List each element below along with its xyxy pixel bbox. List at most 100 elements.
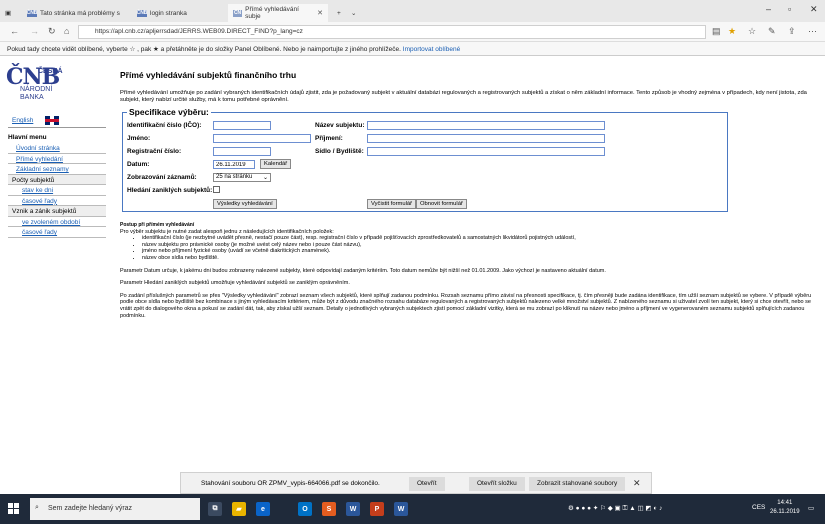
cnb-favicon-icon: ČNB — [26, 9, 38, 17]
close-icon[interactable]: ✕ — [633, 478, 641, 489]
help-results-paragraph: Po zadání příslušných parametrů se přes … — [120, 292, 812, 319]
last-name-input[interactable] — [367, 134, 605, 143]
share-icon[interactable]: ⇪ — [788, 26, 796, 37]
tab-list-chevron-icon[interactable]: ⌄ — [346, 4, 361, 22]
seat-input[interactable] — [367, 147, 605, 156]
calendar-button[interactable]: Kalendář — [260, 159, 292, 169]
sidebar-item-time-series-2[interactable]: časové řady — [8, 227, 106, 238]
help-list: identifikační číslo (je nezbytné uvádět … — [120, 235, 820, 261]
name-input[interactable] — [367, 121, 605, 130]
list-item: název subjektu pro právnické osoby (je m… — [142, 242, 820, 249]
uk-flag-icon[interactable] — [45, 116, 60, 125]
english-link[interactable]: English — [12, 117, 33, 124]
closed-subjects-checkbox[interactable] — [213, 186, 220, 193]
cnb-favicon-icon: ČNB — [136, 9, 148, 17]
help-title: Postup při přímém vyhledávání — [120, 222, 195, 228]
sidebar-section-creation: Vznik a zánik subjektů — [8, 206, 106, 217]
web-page: ČNB ČESKÁ NÁRODNÍ BANKA English Hlavní m… — [0, 56, 825, 464]
list-item: identifikační číslo (je nezbytné uvádět … — [142, 235, 820, 242]
menu-title: Hlavní menu — [8, 134, 47, 141]
clock[interactable]: 14:41 26.11.2019 — [770, 499, 800, 517]
intro-text: Přímé vyhledávání umožňuje po zadání vyb… — [120, 90, 807, 103]
search-icon: ⌕ — [35, 504, 39, 511]
download-notification: Stahování souboru OR ZPMV_vypis-664066.p… — [180, 472, 652, 494]
help-date-paragraph: Parametr Datum určuje, k jakému dni budo… — [120, 267, 606, 274]
edge-icon[interactable]: e — [256, 502, 270, 516]
page-title: Přímé vyhledávání subjektů finančního tr… — [120, 70, 297, 80]
name-label: Název subjektu: — [315, 122, 365, 129]
cnb-favicon-icon: ČN — [233, 9, 243, 17]
sidebar-item-time-series[interactable]: časové řady — [8, 196, 106, 206]
sidebar-section-counts: Počty subjektů — [8, 174, 106, 185]
maximize-icon[interactable]: ▫ — [788, 4, 791, 14]
tab-problem-page[interactable]: ČNB Tato stránka má problémy s — [22, 4, 130, 22]
word-icon[interactable]: W — [346, 502, 360, 516]
date-input[interactable] — [213, 160, 255, 169]
clear-form-button[interactable]: Vyčistit formulář — [367, 199, 417, 209]
refresh-form-button[interactable]: Obnovit formulář — [416, 199, 467, 209]
forward-icon[interactable]: → — [30, 26, 39, 36]
language-indicator[interactable]: CES — [752, 504, 765, 511]
main-content: Přímé vyhledávání subjektů finančního tr… — [120, 70, 820, 104]
ico-label: Identifikační číslo (IČO): — [127, 122, 202, 129]
close-tab-icon[interactable]: ✕ — [317, 9, 323, 17]
closed-subjects-label: Hledání zaniklých subjektů: — [127, 187, 213, 194]
help-section: Postup při přímém vyhledávání Pro výběr … — [120, 222, 820, 319]
show-downloads-button[interactable]: Zobrazit stahované soubory — [529, 477, 626, 491]
favorite-star-icon[interactable]: ★ — [728, 26, 736, 37]
results-button[interactable]: Výsledky vyhledávání — [213, 199, 277, 209]
search-fieldset: Specifikace výběru: Identifikační číslo … — [122, 107, 728, 212]
seat-label: Sídlo / Bydliště: — [315, 148, 364, 155]
powerpoint-icon[interactable]: P — [370, 502, 384, 516]
help-closed-paragraph: Parametr Hledání zaniklých subjektů umož… — [120, 280, 350, 287]
tab-login[interactable]: ČNB login stranka — [132, 4, 218, 22]
reg-number-label: Registrační číslo: — [127, 148, 182, 155]
favorites-bar: Pokud tady chcete vidět oblíbené, vybert… — [0, 42, 825, 56]
tab-active-search[interactable]: ČN Přímé vyhledávání subje ✕ — [228, 4, 328, 22]
taskbar: ⌕ Sem zadejte hledaný výraz ⧉ ▰ e O S W … — [0, 494, 825, 524]
cnb-logo[interactable]: ČNB ČESKÁ NÁRODNÍ BANKA — [6, 64, 96, 104]
fieldset-legend: Specifikace výběru: — [127, 107, 211, 117]
reg-number-input[interactable] — [213, 147, 271, 156]
tab-actions-icon[interactable]: ▣ — [0, 4, 20, 22]
taskbar-search-input[interactable]: ⌕ Sem zadejte hledaný výraz — [30, 498, 200, 520]
file-explorer-icon[interactable]: ▰ — [232, 502, 246, 516]
back-icon[interactable]: ← — [10, 26, 19, 36]
sidebar-item-direct-search[interactable]: Přímé vyhledání — [8, 154, 106, 164]
more-icon[interactable]: ⋯ — [808, 26, 817, 37]
outlook-icon[interactable]: O — [298, 502, 312, 516]
close-window-icon[interactable]: ✕ — [810, 4, 818, 15]
minimize-icon[interactable]: – — [766, 4, 771, 14]
url-field[interactable]: https://apl.cnb.cz/apljerrsdad/JERRS.WEB… — [78, 25, 706, 39]
sidebar: English Hlavní menu Úvodní stránka Přímé… — [8, 114, 106, 238]
reading-view-icon[interactable]: ▤ — [712, 26, 721, 37]
refresh-icon[interactable]: ↻ — [48, 26, 56, 37]
windows-start-icon[interactable] — [8, 503, 20, 515]
date-label: Datum: — [127, 161, 150, 168]
download-message: Stahování souboru OR ZPMV_vypis-664066.p… — [201, 480, 380, 487]
pen-icon[interactable]: ✎ — [768, 26, 776, 37]
browser-titlebar: ▣ ČNB Tato stránka má problémy s ČNB login… — [0, 0, 825, 22]
task-view-icon[interactable]: ⧉ — [208, 502, 222, 516]
sidebar-item-selected-period[interactable]: ve zvoleném období — [8, 217, 106, 227]
open-folder-button[interactable]: Otevřít složku — [469, 477, 525, 491]
records-per-page-select[interactable]: 25 na stránku ⌄ — [213, 173, 271, 182]
app-s-icon[interactable]: S — [322, 502, 336, 516]
favorites-hub-icon[interactable]: ☆ — [748, 26, 756, 37]
word-2-icon[interactable]: W — [394, 502, 408, 516]
notification-center-icon[interactable]: ▭ — [808, 504, 814, 512]
last-name-label: Příjmení: — [315, 135, 343, 142]
open-button[interactable]: Otevřít — [409, 477, 445, 491]
chevron-down-icon: ⌄ — [262, 175, 268, 181]
sidebar-item-home[interactable]: Úvodní stránka — [8, 143, 106, 154]
display-label: Zobrazování záznamů: — [127, 174, 197, 181]
sidebar-item-basic-lists[interactable]: Základní seznamy — [8, 164, 106, 175]
new-tab-button[interactable]: + — [332, 4, 346, 22]
tray-icons[interactable]: ⚙ ● ● ● ✦ ⚐ ◆ ▣ ⚿ ▲ ◫ ◩ ◐ ♪ — [568, 504, 662, 513]
import-favorites-link[interactable]: Importovat oblíbené — [403, 46, 460, 53]
sidebar-item-state-to-date[interactable]: stav ke dni — [8, 185, 106, 196]
language-switch: English — [8, 114, 106, 128]
first-name-input[interactable] — [213, 134, 311, 143]
ico-input[interactable] — [213, 121, 271, 130]
home-icon[interactable]: ⌂ — [64, 26, 69, 36]
